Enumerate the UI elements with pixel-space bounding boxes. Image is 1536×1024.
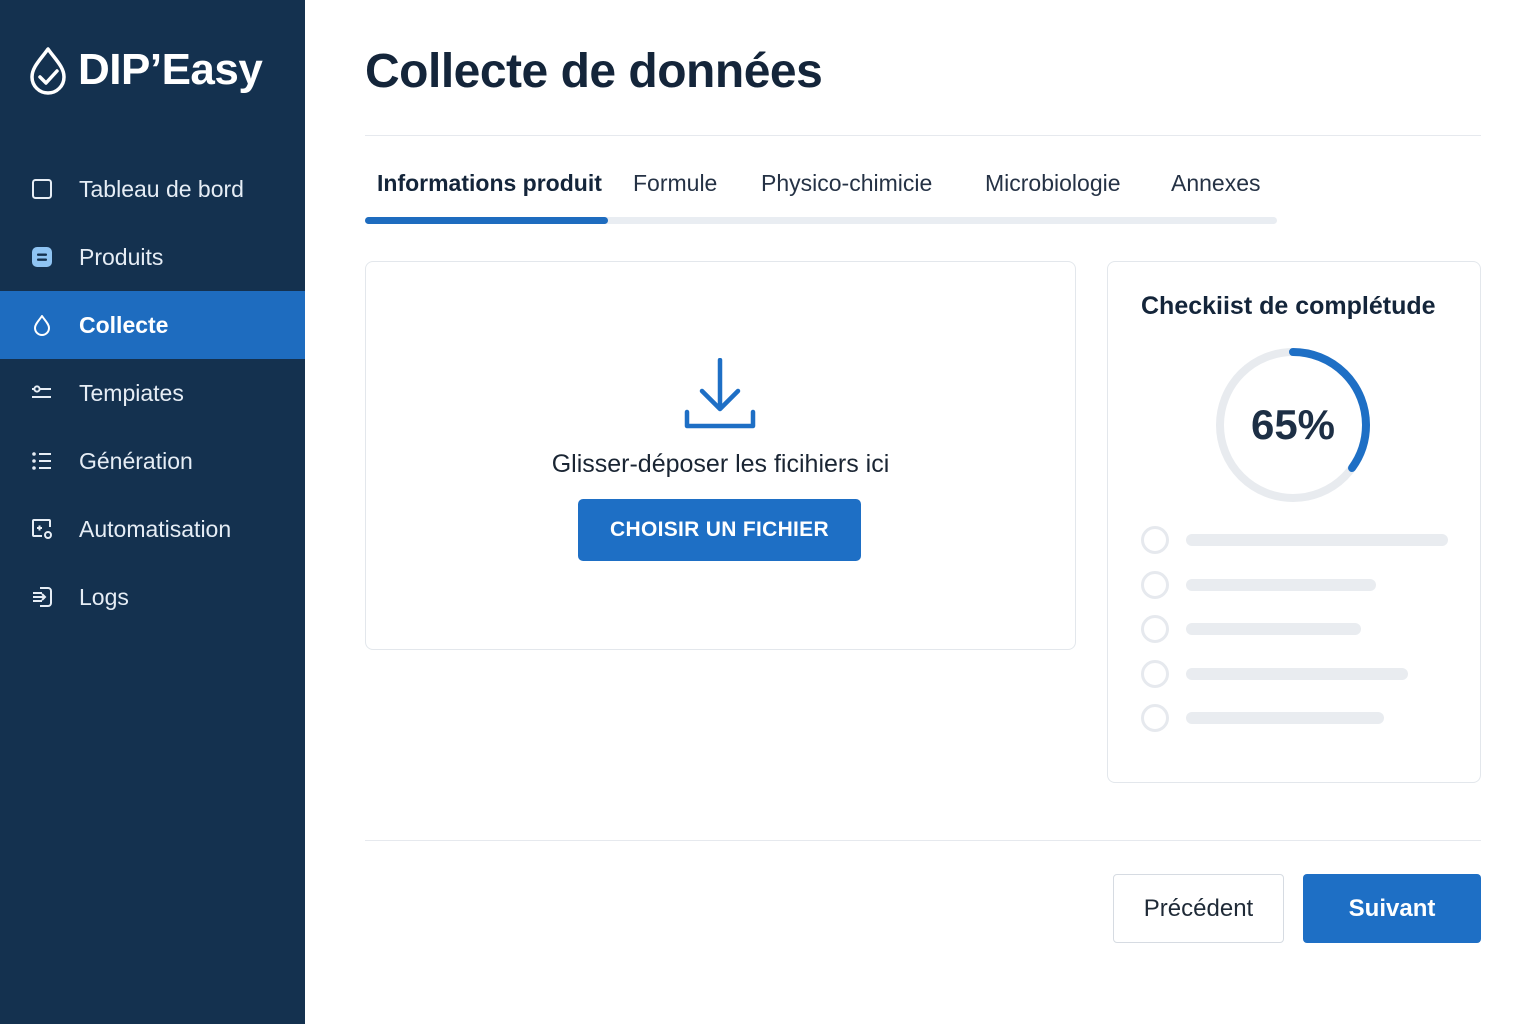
sidebar-item-templates[interactable]: Tempiates <box>0 359 305 427</box>
sidebar-item-label: Logs <box>79 583 129 610</box>
placeholder-bar <box>1186 623 1361 636</box>
sidebar-item-logs[interactable]: Logs <box>0 563 305 631</box>
sidebar-item-automatisation[interactable]: Automatisation <box>0 495 305 563</box>
sidebar-item-label: Tempiates <box>79 379 184 406</box>
list-item[interactable] <box>1141 563 1451 608</box>
list-item[interactable] <box>1141 652 1451 697</box>
sidebar-item-label: Génération <box>79 447 193 474</box>
tab-microbiologie[interactable]: Microbiologie <box>985 170 1121 197</box>
page-title: Collecte de données <box>365 45 823 98</box>
list-item[interactable] <box>1141 696 1451 741</box>
checkbox-circle[interactable] <box>1141 704 1169 733</box>
completeness-checklist: Checkiist de complétude 65% <box>1107 261 1481 783</box>
tab-formule[interactable]: Formule <box>633 170 717 197</box>
next-button[interactable]: Suivant <box>1303 874 1481 943</box>
checkbox-circle[interactable] <box>1141 526 1169 555</box>
sidebar-item-tableau-de-bord[interactable]: Tableau de bord <box>0 155 305 223</box>
automation-icon <box>30 517 54 541</box>
drop-icon <box>30 313 54 337</box>
app-name: DIP’Easy <box>78 45 263 94</box>
tab-physico-chimie[interactable]: Physico-chimicie <box>761 170 932 197</box>
drop-check-icon <box>30 47 66 95</box>
tab-bar: Informations produit Formule Physico-chi… <box>365 166 1277 226</box>
dropzone-text: Glisser-déposer les ficihiers ici <box>551 450 890 478</box>
placeholder-bar <box>1186 667 1408 680</box>
placeholder-bar <box>1186 712 1384 725</box>
sidebar-item-generation[interactable]: Génération <box>0 427 305 495</box>
list-item[interactable] <box>1141 518 1451 563</box>
sidebar-item-collecte[interactable]: Collecte <box>0 291 305 359</box>
app-logo[interactable]: DIP’Easy <box>28 42 263 98</box>
checkbox-circle[interactable] <box>1141 570 1169 599</box>
sidebar: DIP’Easy Tableau de bord Produits Collec… <box>0 0 305 1024</box>
list-item[interactable] <box>1141 607 1451 652</box>
sidebar-item-label: Produits <box>79 243 164 270</box>
download-icon <box>684 358 756 429</box>
tab-active-indicator <box>365 217 608 224</box>
sidebar-item-produits[interactable]: Produits <box>0 223 305 291</box>
checkbox-circle[interactable] <box>1141 615 1169 644</box>
list-box-icon <box>30 245 54 269</box>
checklist-items <box>1141 518 1451 741</box>
file-dropzone[interactable]: Glisser-déposer les ficihiers ici CHOISI… <box>365 261 1076 650</box>
divider <box>365 840 1481 841</box>
placeholder-bar <box>1186 534 1448 547</box>
logs-icon <box>30 585 54 609</box>
sliders-icon <box>30 381 54 405</box>
checklist-icon <box>30 449 54 473</box>
previous-button[interactable]: Précédent <box>1113 874 1284 943</box>
sidebar-nav: Tableau de bord Produits Collecte Tempia… <box>0 155 305 631</box>
progress-percent: 65% <box>1250 401 1336 448</box>
square-icon <box>30 177 54 201</box>
checkbox-circle[interactable] <box>1141 659 1169 688</box>
placeholder-bar <box>1186 578 1376 591</box>
choose-file-button[interactable]: CHOISIR UN FICHIER <box>578 499 861 561</box>
main-content: Collecte de données Informations produit… <box>305 0 1536 1024</box>
tab-annexes[interactable]: Annexes <box>1171 170 1261 197</box>
tab-informations-produit[interactable]: Informations produit <box>377 170 602 197</box>
divider <box>365 135 1481 136</box>
sidebar-item-label: Collecte <box>79 311 169 338</box>
checklist-title: Checkiist de complétude <box>1141 292 1436 320</box>
sidebar-item-label: Tableau de bord <box>79 175 244 202</box>
sidebar-item-label: Automatisation <box>79 515 232 542</box>
